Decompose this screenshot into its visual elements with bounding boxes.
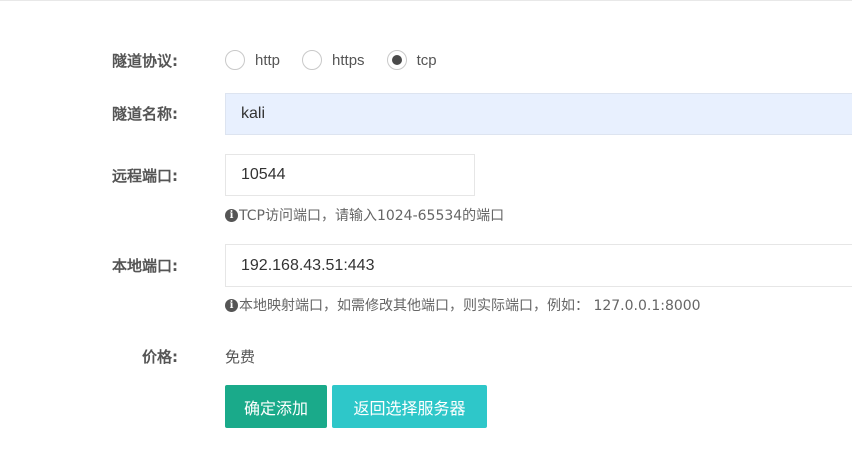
tunnel-name-input[interactable] xyxy=(225,93,852,135)
local-port-input[interactable] xyxy=(225,244,852,287)
confirm-add-button[interactable]: 确定添加 xyxy=(225,385,327,428)
radio-option-https[interactable]: https xyxy=(302,50,365,70)
radio-http-label[interactable]: http xyxy=(255,52,280,69)
remote-port-hint-text: TCP访问端口，请输入1024-65534的端口 xyxy=(239,208,505,224)
protocol-radio-group: http https tcp xyxy=(225,49,459,71)
radio-option-tcp[interactable]: tcp xyxy=(386,50,437,70)
top-divider xyxy=(0,0,852,1)
remote-port-hint: i TCP访问端口，请输入1024-65534的端口 xyxy=(225,205,504,225)
info-circle-icon: i xyxy=(225,298,238,312)
local-port-label: 本地端口: xyxy=(112,257,178,275)
tunnel-name-label: 隧道名称: xyxy=(112,105,178,123)
price-label: 价格: xyxy=(142,348,178,366)
local-port-hint: i 本地映射端口，如需修改其他端口，则实际端口，例如： 127.0.0.1:80… xyxy=(225,295,701,315)
radio-https-label[interactable]: https xyxy=(332,52,365,69)
remote-port-input[interactable] xyxy=(225,154,475,196)
price-value: 免费 xyxy=(225,348,256,366)
back-to-server-select-button[interactable]: 返回选择服务器 xyxy=(332,385,487,428)
radio-http-circle[interactable] xyxy=(225,50,245,70)
radio-option-http[interactable]: http xyxy=(225,50,280,70)
radio-tcp-label[interactable]: tcp xyxy=(417,52,437,69)
info-circle-icon: i xyxy=(225,208,238,222)
radio-tcp-circle[interactable] xyxy=(386,50,407,70)
local-port-hint-text: 本地映射端口，如需修改其他端口，则实际端口，例如： 127.0.0.1:8000 xyxy=(239,298,701,314)
remote-port-label: 远程端口: xyxy=(112,167,178,185)
protocol-label: 隧道协议: xyxy=(112,52,178,70)
radio-https-circle[interactable] xyxy=(302,50,323,70)
